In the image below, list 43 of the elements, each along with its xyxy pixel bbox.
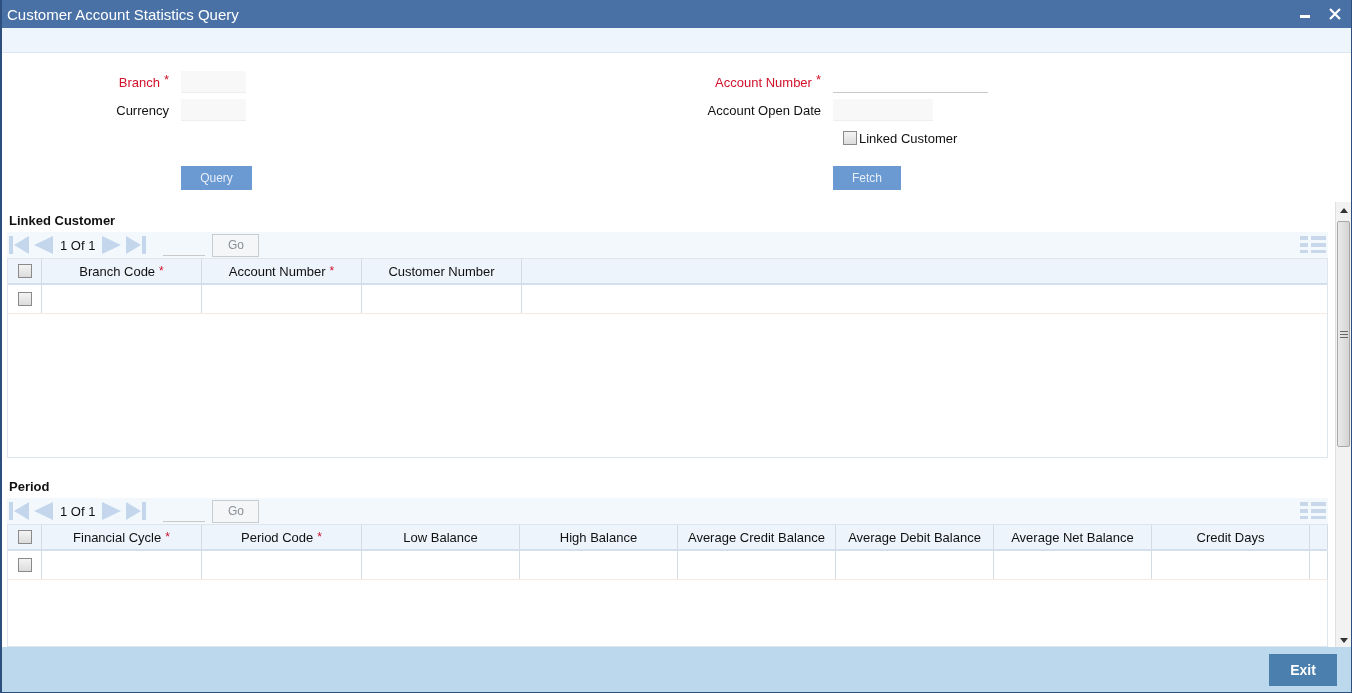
checkbox[interactable]: [17, 558, 32, 572]
column-header: Average Net Balance: [994, 525, 1152, 549]
grip-icon: [1339, 330, 1348, 338]
checkbox[interactable]: [17, 530, 32, 544]
page-indicator: 1 Of 1: [60, 237, 96, 253]
list-view-icon[interactable]: [1300, 235, 1326, 255]
previous-icon[interactable]: [32, 501, 54, 521]
column-header: Average Debit Balance: [836, 525, 994, 549]
window-title: Customer Account Statistics Query: [7, 5, 240, 23]
field-label: Currency: [115, 102, 170, 118]
section-title: Period: [8, 478, 51, 496]
column-header: Financial Cycle *: [42, 525, 202, 549]
last-page-icon[interactable]: [125, 235, 148, 255]
checkbox-label: Linked Customer: [859, 130, 958, 146]
column-header: Credit Days: [1152, 525, 1310, 549]
checkbox[interactable]: [17, 292, 32, 306]
scrollbar-thumb[interactable]: [1337, 221, 1350, 447]
exit-button[interactable]: Exit: [1269, 653, 1337, 686]
action-button[interactable]: Fetch: [833, 166, 901, 190]
checkbox[interactable]: [17, 264, 32, 278]
checkbox[interactable]: [843, 131, 857, 145]
column-header: Period Code *: [202, 525, 362, 549]
action-button[interactable]: Query: [181, 166, 252, 190]
scroll-up-icon[interactable]: [1339, 208, 1348, 213]
column-header: Account Number *: [202, 259, 362, 283]
first-page-icon[interactable]: [8, 235, 30, 255]
field-label: Account Open Date: [706, 102, 822, 118]
section-title: Linked Customer: [8, 212, 117, 230]
first-page-icon[interactable]: [8, 501, 30, 521]
scrollbar[interactable]: [1335, 202, 1351, 647]
scroll-down-icon[interactable]: [1339, 638, 1348, 643]
last-page-icon[interactable]: [125, 501, 148, 521]
column-header: High Balance: [520, 525, 678, 549]
list-view-icon[interactable]: [1300, 501, 1326, 521]
page-indicator: 1 Of 1: [60, 503, 96, 519]
close-icon[interactable]: [1329, 8, 1341, 20]
field-label: Branch *: [117, 74, 170, 90]
column-header: Average Credit Balance: [678, 525, 836, 549]
previous-icon[interactable]: [32, 235, 54, 255]
column-header: Low Balance: [362, 525, 520, 549]
column-header: Customer Number: [362, 259, 522, 283]
field-label: Account Number *: [714, 74, 822, 90]
column-header: Branch Code *: [42, 259, 202, 283]
